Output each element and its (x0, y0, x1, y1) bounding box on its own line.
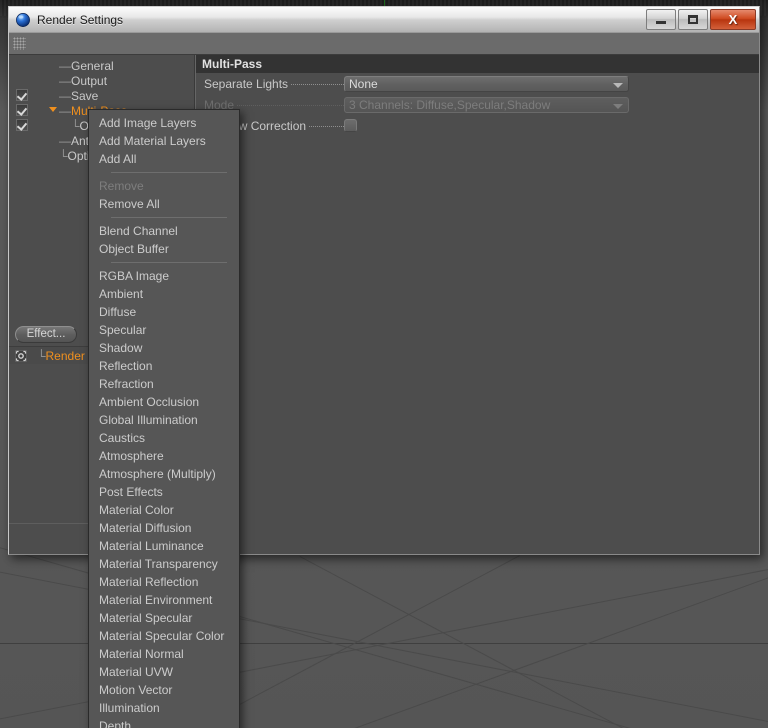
tree-branch-glyph: — (59, 103, 71, 118)
group-title: Multi-Pass (196, 55, 759, 73)
menu-item-material-specular[interactable]: Material Specular (89, 609, 239, 627)
menu-item-remove: Remove (99, 179, 144, 193)
tree-item-checkbox[interactable] (16, 89, 28, 101)
dropdown-value: 3 Channels: Diffuse,Specular,Shadow (349, 97, 551, 112)
tree-item-text: Output (71, 73, 108, 88)
checkbox-shadow-correction[interactable] (344, 119, 357, 132)
settings-fields: Separate Lights None Mode 3 Channels: Diffu… (196, 73, 759, 136)
tree-branch-glyph: └ (59, 148, 68, 163)
close-button[interactable]: X (710, 9, 756, 30)
menu-item-caustics[interactable]: Caustics (89, 429, 239, 447)
menu-separator (111, 262, 227, 263)
dropdown-separate-lights[interactable]: None (344, 75, 629, 92)
drag-grip-icon[interactable] (13, 37, 26, 50)
menu-item-illumination[interactable]: Illumination (89, 699, 239, 717)
dropdown-mode: 3 Channels: Diffuse,Specular,Shadow (344, 96, 629, 113)
tree-item-label: —Output (9, 74, 107, 88)
tree-item-text: Save (71, 88, 99, 103)
field-shadow-correction: Shadow Correction (196, 115, 759, 136)
menu-item-atmosphere-multiply-[interactable]: Atmosphere (Multiply) (89, 465, 239, 483)
chevron-down-icon[interactable] (49, 107, 57, 112)
tree-branch-glyph: — (59, 58, 71, 73)
menu-item-diffuse[interactable]: Diffuse (89, 303, 239, 321)
close-icon: X (728, 12, 738, 27)
render-data-prefix: └ (37, 348, 46, 363)
menu-item-depth[interactable]: Depth (89, 717, 239, 728)
tree-item-output[interactable]: —Output (9, 73, 194, 88)
menu-item-atmosphere[interactable]: Atmosphere (89, 447, 239, 465)
menu-item-blend-channel[interactable]: Blend Channel (89, 222, 239, 240)
render-data-label: Render (45, 348, 85, 363)
menu-item-ambient-occlusion[interactable]: Ambient Occlusion (89, 393, 239, 411)
menu-item-post-effects[interactable]: Post Effects (89, 483, 239, 501)
tree-branch-glyph: — (59, 88, 71, 103)
maximize-button[interactable] (678, 9, 708, 30)
menu-item-specular[interactable]: Specular (89, 321, 239, 339)
window-toolbar (9, 33, 759, 55)
menu-separator (111, 172, 227, 173)
menu-item-material-specular-color[interactable]: Material Specular Color (89, 627, 239, 645)
menu-item-add-all[interactable]: Add All (89, 150, 239, 168)
chevron-down-icon (613, 82, 623, 88)
maximize-icon (688, 15, 698, 24)
dropdown-value: None (349, 76, 378, 91)
leader-dots (291, 83, 344, 85)
menu-item-rgba-image[interactable]: RGBA Image (89, 267, 239, 285)
tree-branch-glyph: — (59, 133, 71, 148)
field-separate-lights: Separate Lights None (196, 73, 759, 94)
window-titlebar[interactable]: Render Settings X (9, 7, 759, 33)
menu-item-reflection[interactable]: Reflection (89, 357, 239, 375)
multipass-context-menu[interactable]: Add Image Layers Add Material Layers Add A… (88, 109, 240, 728)
menu-item-refraction[interactable]: Refraction (89, 375, 239, 393)
menu-item-motion-vector[interactable]: Motion Vector (89, 681, 239, 699)
tree-item-label: —General (9, 59, 114, 73)
menu-separator (111, 217, 227, 218)
window-title: Render Settings (37, 12, 124, 27)
tree-branch-glyph: └ (71, 118, 80, 133)
sphere-icon (16, 12, 30, 27)
leader-dots (237, 104, 344, 106)
minimize-button[interactable] (646, 9, 676, 30)
menu-item-material-color[interactable]: Material Color (89, 501, 239, 519)
menu-item-material-diffusion[interactable]: Material Diffusion (89, 519, 239, 537)
field-label-text: Separate Lights (204, 76, 289, 91)
menu-item-remove-all[interactable]: Remove All (89, 195, 239, 213)
window-controls: X (646, 9, 756, 30)
menu-item-object-buffer[interactable]: Object Buffer (89, 240, 239, 258)
settings-detail-panel: Multi-Pass Separate Lights None Mode 3 Chan… (195, 55, 759, 554)
menu-item-add-material-layers[interactable]: Add Material Layers (89, 132, 239, 150)
tree-branch-glyph: — (59, 73, 71, 88)
chevron-down-icon (613, 103, 623, 109)
menu-item-material-uvw[interactable]: Material UVW (89, 663, 239, 681)
menu-item-global-illumination[interactable]: Global Illumination (89, 411, 239, 429)
field-label: Separate Lights (204, 77, 344, 91)
tree-item-save[interactable]: —Save (9, 88, 194, 103)
menu-item-shadow[interactable]: Shadow (89, 339, 239, 357)
tree-item-checkbox[interactable] (16, 104, 28, 116)
field-mode: Mode 3 Channels: Diffuse,Specular,Shadow (196, 94, 759, 115)
tree-item-general[interactable]: —General (9, 58, 194, 73)
tree-item-text: General (71, 58, 114, 73)
menu-item-add-image-layers[interactable]: Add Image Layers (89, 114, 239, 132)
menu-item-material-reflection[interactable]: Material Reflection (89, 573, 239, 591)
menu-item-material-normal[interactable]: Material Normal (89, 645, 239, 663)
leader-dots (309, 125, 344, 127)
effect-button[interactable]: Effect... (15, 325, 77, 343)
tree-item-checkbox[interactable] (16, 119, 28, 131)
screen: Render Settings X —General —Output —Save… (0, 0, 768, 728)
menu-item-ambient[interactable]: Ambient (89, 285, 239, 303)
menu-item-material-luminance[interactable]: Material Luminance (89, 537, 239, 555)
menu-item-material-environment[interactable]: Material Environment (89, 591, 239, 609)
minimize-icon (656, 21, 666, 24)
menu-item-material-transparency[interactable]: Material Transparency (89, 555, 239, 573)
render-target-icon (15, 349, 27, 362)
